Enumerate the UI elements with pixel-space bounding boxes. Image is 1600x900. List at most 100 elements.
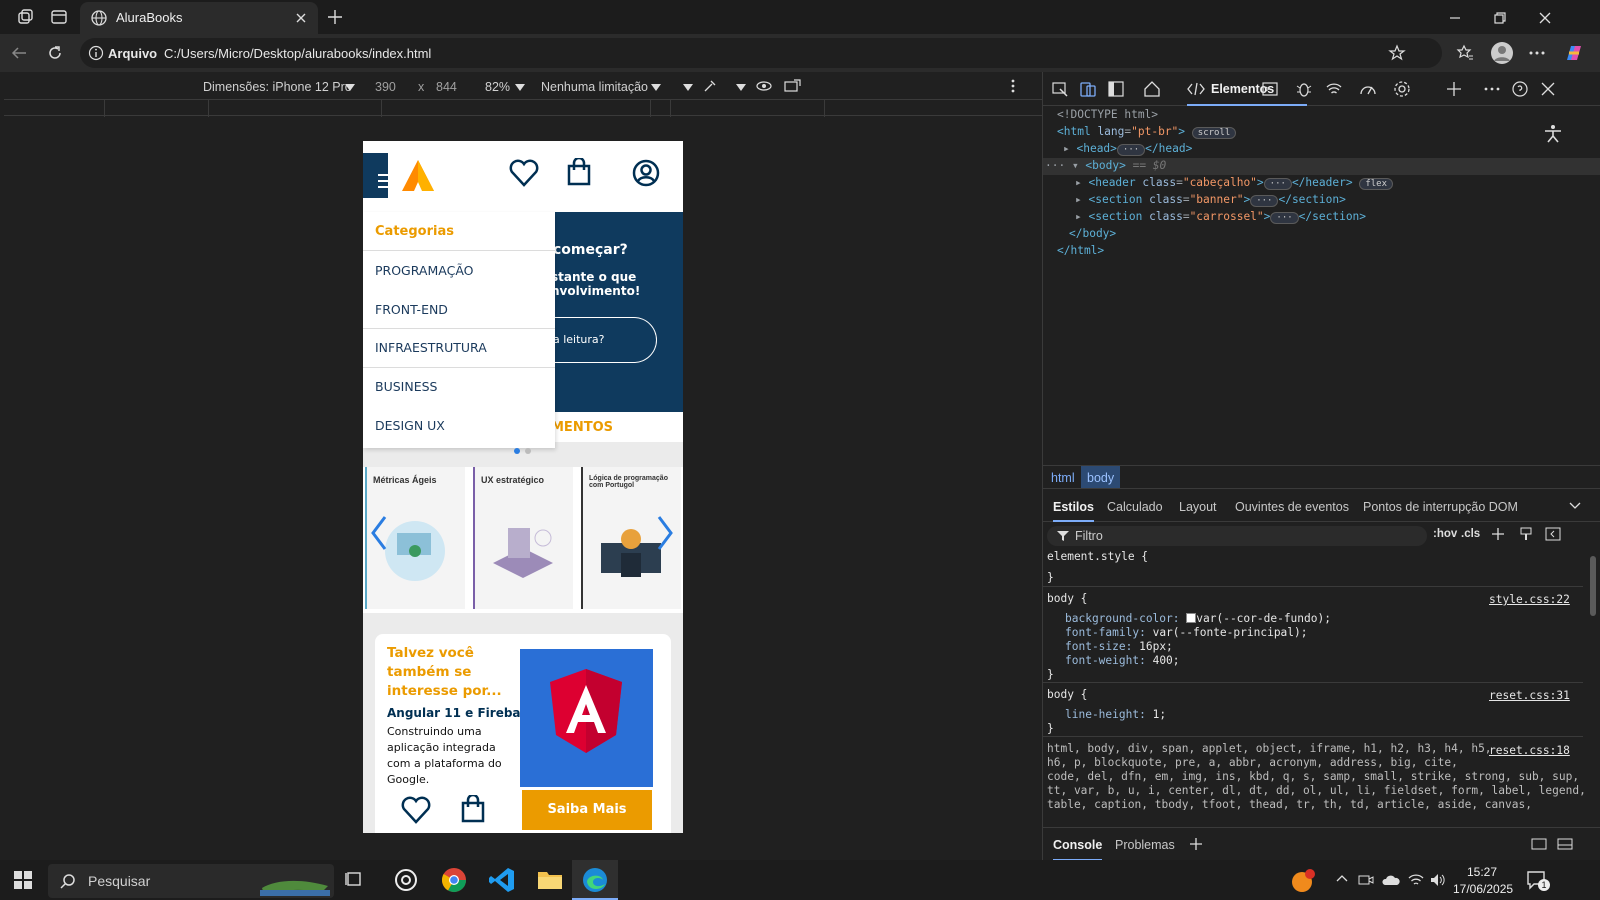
flex-badge[interactable]: flex (1359, 178, 1393, 190)
task-view-icon[interactable] (345, 869, 373, 897)
dom-section-carrossel-node[interactable]: ▸ <section class="carrossel"> ··· </sectio… (1075, 210, 1366, 224)
rotate-icon[interactable] (784, 78, 802, 94)
close-window-icon[interactable] (1537, 10, 1553, 26)
source-link[interactable]: reset.css:18 (1489, 744, 1570, 757)
address-bar[interactable]: Arquivo C:/Users/Micro/Desktop/alurabook… (80, 38, 1442, 68)
source-link[interactable]: style.css:22 (1489, 593, 1570, 606)
rule-body-selector[interactable]: body { (1047, 592, 1087, 605)
cls-toggle[interactable]: .cls (1461, 528, 1480, 540)
browser-tab[interactable]: AluraBooks (80, 2, 318, 34)
banner-button[interactable]: a leitura? (547, 317, 657, 363)
vision-deficiency-icon[interactable] (756, 78, 772, 94)
category-infraestrutura[interactable]: INFRAESTRUTURA (375, 340, 487, 355)
copilot-icon[interactable] (1562, 41, 1586, 65)
chrome-icon[interactable] (440, 866, 468, 894)
edge-taskbar-button[interactable] (572, 860, 618, 900)
close-tab-icon[interactable] (294, 11, 308, 25)
taskbar-search[interactable]: Pesquisar (48, 864, 334, 898)
clock-time[interactable]: 15:27 (1467, 865, 1497, 879)
color-swatch[interactable] (1186, 613, 1197, 623)
windows-start-icon[interactable] (14, 871, 32, 889)
wifi-icon[interactable] (1408, 872, 1424, 888)
close-devtools-icon[interactable] (1539, 80, 1557, 98)
scroll-badge[interactable]: scroll (1191, 127, 1237, 139)
add-drawer-tab-icon[interactable] (1189, 837, 1203, 851)
onedrive-icon[interactable] (1382, 872, 1400, 888)
close-drawer-icon[interactable] (1557, 837, 1573, 851)
css-declaration[interactable]: font-weight: 400; (1065, 654, 1180, 667)
throttle-select[interactable]: Nenhuma limitação (541, 80, 648, 94)
paint-icon[interactable] (1519, 527, 1533, 541)
refresh-icon[interactable] (46, 44, 64, 62)
hov-toggle[interactable]: :hov (1433, 528, 1457, 540)
url-text[interactable]: C:/Users/Micro/Desktop/alurabooks/index.… (164, 46, 431, 61)
inspect-icon[interactable] (1051, 80, 1069, 98)
chevron-down-icon[interactable] (736, 84, 746, 92)
chevron-down-icon[interactable] (1569, 502, 1581, 510)
performance-icon[interactable] (1359, 80, 1377, 98)
network-wifi-icon[interactable] (1325, 80, 1343, 98)
rule-element-style[interactable]: element.style { (1047, 550, 1148, 563)
category-programacao[interactable]: PROGRAMAÇÃO (375, 263, 474, 278)
device-toggle-icon[interactable] (1079, 80, 1097, 98)
chevron-down-icon[interactable] (683, 84, 693, 92)
new-tab-icon[interactable] (326, 8, 344, 26)
tab-elementos[interactable]: Elementos (1187, 72, 1307, 106)
tab-pontos-interrupcao[interactable]: Pontos de interrupção DOM (1363, 500, 1518, 514)
devtools-menu-icon[interactable] (1483, 80, 1501, 98)
profile-avatar[interactable] (1490, 41, 1514, 65)
notification-app-icon[interactable] (1290, 868, 1316, 894)
dock-icon[interactable] (1107, 80, 1125, 98)
menu-hamburger-icon[interactable] (363, 153, 388, 198)
styles-scrollbar[interactable] (1589, 542, 1597, 812)
width-input[interactable]: 390 (375, 80, 396, 94)
workspaces-icon[interactable] (16, 8, 34, 26)
new-rule-plus-icon[interactable] (1491, 527, 1505, 541)
saiba-mais-button[interactable]: Saiba Mais (522, 790, 652, 830)
sources-bug-icon[interactable] (1295, 80, 1313, 98)
carousel-prev-icon[interactable] (369, 515, 389, 551)
dom-html-node[interactable]: <html lang="pt-br"> scroll (1057, 125, 1237, 139)
sidebar-toggle-icon[interactable] (1545, 527, 1561, 541)
clock-date[interactable]: 17/06/2025 (1453, 882, 1513, 896)
dom-section-banner-node[interactable]: ▸ <section class="banner"> ··· </section> (1075, 193, 1346, 207)
dom-html-close[interactable]: </html> (1057, 244, 1104, 257)
more-tools-plus-icon[interactable] (1445, 80, 1463, 98)
dom-head-node[interactable]: ▸ <head> ··· </head> (1063, 142, 1192, 156)
file-explorer-icon[interactable] (536, 866, 564, 894)
favorites-icon[interactable] (1456, 44, 1474, 62)
category-business[interactable]: BUSINESS (375, 379, 437, 394)
accessibility-icon[interactable] (1543, 124, 1563, 144)
more-menu-icon[interactable] (1528, 44, 1546, 62)
category-design-ux[interactable]: DESIGN UX (375, 418, 445, 433)
tray-chevron-up-icon[interactable] (1336, 874, 1348, 882)
dom-body-node[interactable]: ··· ▾ <body> == $0 (1045, 159, 1166, 172)
vscode-icon[interactable] (488, 866, 516, 894)
shopping-bag-icon[interactable] (567, 158, 591, 186)
css-declaration[interactable]: font-family: var(--fonte-principal); (1065, 626, 1308, 639)
device-more-icon[interactable] (1010, 78, 1016, 94)
media-query-ruler[interactable] (4, 99, 1042, 117)
settings-gear-icon[interactable] (1393, 80, 1411, 98)
card-bag-icon[interactable] (461, 795, 485, 823)
tab-actions-icon[interactable] (50, 8, 68, 26)
chatgpt-icon[interactable] (392, 866, 420, 894)
drawer-tab-console[interactable]: Console (1053, 838, 1103, 861)
alurabooks-logo-icon[interactable] (401, 158, 435, 192)
tab-estilos[interactable]: Estilos (1053, 500, 1094, 522)
meet-icon[interactable] (1358, 872, 1374, 888)
css-declaration[interactable]: background-color: var(--cor-de-fundo); (1065, 612, 1331, 625)
device-select[interactable]: Dimensões: iPhone 12 Pro (203, 80, 352, 94)
book-cover[interactable]: UX estratégico (473, 467, 573, 609)
move-drawer-icon[interactable] (1531, 837, 1547, 851)
back-icon[interactable] (10, 44, 28, 62)
volume-icon[interactable] (1430, 872, 1446, 888)
reset-selector-line[interactable]: html, body, div, span, applet, object, i… (1047, 742, 1492, 755)
minimize-icon[interactable] (1447, 10, 1463, 26)
eyedropper-icon[interactable] (702, 78, 718, 94)
breadcrumb-html[interactable]: html (1051, 471, 1075, 485)
source-link[interactable]: reset.css:31 (1489, 689, 1570, 702)
drawer-tab-problemas[interactable]: Problemas (1115, 838, 1175, 852)
styles-filter-input[interactable]: Filtro (1047, 526, 1427, 546)
css-declaration[interactable]: font-size: 16px; (1065, 640, 1173, 653)
